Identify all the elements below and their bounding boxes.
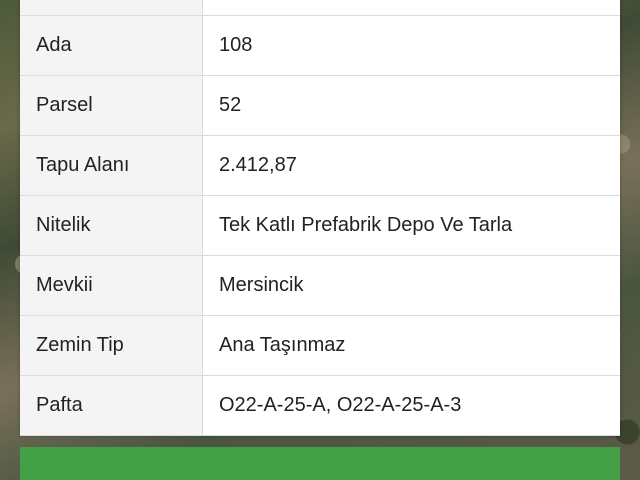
row-value-mevkii: Mersincik <box>219 274 304 296</box>
row-value-pafta: O22-A-25-A, O22-A-25-A-3 <box>219 394 462 416</box>
primary-action-button[interactable] <box>20 447 620 480</box>
row-label-pafta: Pafta <box>20 376 203 435</box>
map-background: Ada 108 Parsel 52 Tapu Alanı 2.412,87 Ni… <box>0 0 640 480</box>
row-label-tapu-alani: Tapu Alanı <box>20 136 203 195</box>
row-value-ada: 108 <box>219 34 253 56</box>
row-label-parsel: Parsel <box>20 76 203 135</box>
row-value-hidden <box>203 0 620 15</box>
table-row <box>20 0 620 16</box>
table-row: Ada 108 <box>20 16 620 76</box>
table-row: Zemin Tip Ana Taşınmaz <box>20 316 620 376</box>
row-label-nitelik: Nitelik <box>20 196 203 255</box>
table-row: Nitelik Tek Katlı Prefabrik Depo Ve Tarl… <box>20 196 620 256</box>
row-value-nitelik: Tek Katlı Prefabrik Depo Ve Tarla <box>219 214 513 236</box>
table-row: Parsel 52 <box>20 76 620 136</box>
parcel-info-table: Ada 108 Parsel 52 Tapu Alanı 2.412,87 Ni… <box>20 0 620 436</box>
table-row: Tapu Alanı 2.412,87 <box>20 136 620 196</box>
table-row: Pafta O22-A-25-A, O22-A-25-A-3 <box>20 376 620 436</box>
row-label-hidden <box>20 0 203 15</box>
row-label-zemin-tip: Zemin Tip <box>20 316 203 375</box>
row-label-mevkii: Mevkii <box>20 256 203 315</box>
row-value-tapu-alani: 2.412,87 <box>219 154 297 176</box>
row-value-zemin-tip: Ana Taşınmaz <box>219 334 346 356</box>
row-label-ada: Ada <box>20 16 203 75</box>
row-value-parsel: 52 <box>219 94 242 116</box>
table-row: Mevkii Mersincik <box>20 256 620 316</box>
